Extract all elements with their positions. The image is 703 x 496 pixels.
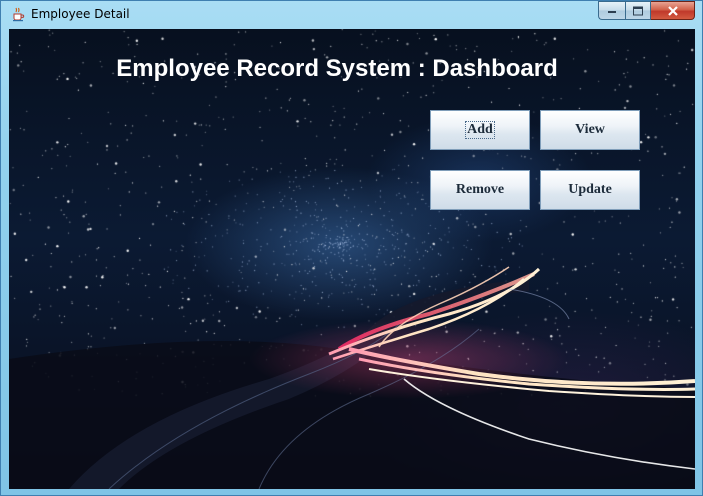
update-button[interactable]: Update bbox=[540, 170, 640, 210]
title-bar[interactable]: Employee Detail bbox=[1, 1, 702, 29]
maximize-icon bbox=[633, 6, 643, 15]
add-button[interactable]: Add bbox=[430, 110, 530, 150]
maximize-button[interactable] bbox=[625, 1, 651, 20]
close-button[interactable] bbox=[651, 1, 695, 20]
remove-button[interactable]: Remove bbox=[430, 170, 530, 210]
dashboard-panel: Employee Record System : Dashboard Add V… bbox=[9, 29, 695, 489]
dashboard-heading: Employee Record System : Dashboard bbox=[116, 55, 558, 82]
minimize-button[interactable] bbox=[598, 1, 625, 20]
view-button[interactable]: View bbox=[540, 110, 640, 150]
window-controls bbox=[598, 1, 695, 21]
light-trail-road-image bbox=[9, 266, 695, 489]
window-title: Employee Detail bbox=[31, 7, 130, 21]
employee-detail-window: Employee Detail Employee Record System:… bbox=[0, 0, 703, 496]
java-cup-icon bbox=[13, 7, 25, 22]
minimize-icon bbox=[608, 10, 616, 13]
close-icon bbox=[667, 5, 678, 16]
